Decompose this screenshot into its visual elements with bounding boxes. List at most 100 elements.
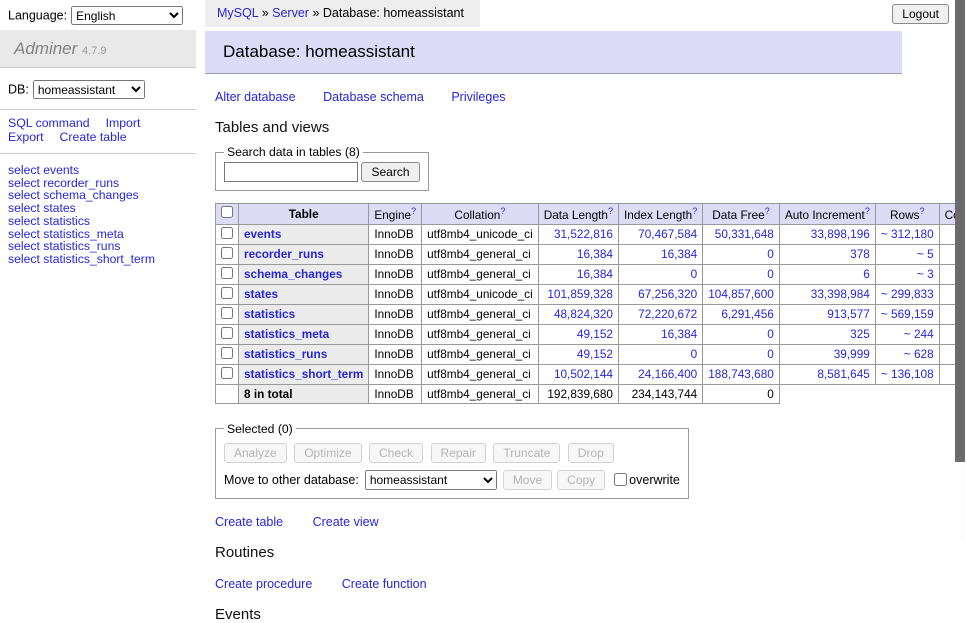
optimize-button[interactable]: Optimize: [294, 443, 361, 463]
index-length-link[interactable]: 72,220,672: [638, 307, 697, 321]
breadcrumb-server-link[interactable]: Server: [272, 6, 309, 20]
logout-button[interactable]: Logout: [892, 4, 949, 24]
totals-engine: InnoDB: [369, 384, 422, 403]
data-length-link[interactable]: 48,824,320: [554, 307, 613, 321]
table-link[interactable]: schema_changes: [244, 267, 342, 281]
create-view-link[interactable]: Create view: [313, 515, 379, 529]
rows-link[interactable]: ~ 312,180: [881, 227, 934, 241]
data-length-link[interactable]: 16,384: [577, 247, 613, 261]
rows-link[interactable]: ~ 569,159: [881, 307, 934, 321]
table-link[interactable]: statistics_meta: [244, 327, 329, 341]
data-free-link[interactable]: 104,857,600: [708, 287, 774, 301]
data-length-link[interactable]: 31,522,816: [554, 227, 613, 241]
check-button[interactable]: Check: [369, 443, 423, 463]
database-schema-link[interactable]: Database schema: [323, 90, 424, 104]
search-button[interactable]: Search: [361, 162, 419, 182]
data-free-link[interactable]: 50,331,648: [715, 227, 774, 241]
auto-increment-link[interactable]: 6: [863, 267, 870, 281]
data-free-link[interactable]: 0: [767, 267, 774, 281]
column-help-link[interactable]: ?: [500, 206, 505, 216]
column-help-link[interactable]: ?: [765, 206, 770, 216]
breadcrumb-mysql-link[interactable]: MySQL: [217, 6, 258, 20]
select-all-checkbox[interactable]: [221, 206, 233, 218]
data-length-link[interactable]: 49,152: [577, 347, 613, 361]
rows-cell: ~ 312,180: [875, 224, 939, 244]
auto-increment-link[interactable]: 378: [850, 247, 870, 261]
index-length-link[interactable]: 16,384: [661, 327, 697, 341]
rows-link[interactable]: ~ 244: [904, 327, 934, 341]
scrollbar-thumb[interactable]: [955, 0, 965, 462]
table-link[interactable]: statistics: [244, 307, 295, 321]
rows-link[interactable]: ~ 3: [917, 267, 934, 281]
index-length-link[interactable]: 0: [691, 267, 698, 281]
analyze-button[interactable]: Analyze: [224, 443, 287, 463]
column-help-link[interactable]: ?: [411, 206, 416, 216]
row-checkbox[interactable]: [221, 247, 233, 259]
index-length-link[interactable]: 0: [691, 347, 698, 361]
data-length-link[interactable]: 10,502,144: [554, 367, 613, 381]
rows-link[interactable]: ~ 299,833: [881, 287, 934, 301]
row-checkbox[interactable]: [221, 367, 233, 379]
data-length-cell: 10,502,144: [538, 364, 618, 384]
repair-button[interactable]: Repair: [431, 443, 486, 463]
alter-database-link[interactable]: Alter database: [215, 90, 296, 104]
table-link[interactable]: recorder_runs: [244, 247, 324, 261]
column-help-link[interactable]: ?: [865, 206, 870, 216]
auto-increment-link[interactable]: 33,898,196: [811, 227, 870, 241]
rows-link[interactable]: ~ 628: [904, 347, 934, 361]
move-button[interactable]: Move: [503, 470, 552, 490]
export-link[interactable]: Export: [8, 130, 44, 144]
language-select[interactable]: English: [71, 6, 183, 25]
row-checkbox[interactable]: [221, 287, 233, 299]
import-link[interactable]: Import: [106, 116, 141, 130]
row-checkbox[interactable]: [221, 347, 233, 359]
row-checkbox[interactable]: [221, 227, 233, 239]
create-procedure-link[interactable]: Create procedure: [215, 577, 312, 591]
row-checkbox[interactable]: [221, 267, 233, 279]
search-input[interactable]: [224, 162, 358, 182]
table-link[interactable]: events: [244, 227, 281, 241]
rows-link[interactable]: ~ 5: [917, 247, 934, 261]
sql-command-link[interactable]: SQL command: [8, 116, 90, 130]
overwrite-checkbox[interactable]: [614, 473, 627, 486]
table-link[interactable]: statistics_short_term: [244, 367, 363, 381]
data-free-link[interactable]: 0: [767, 327, 774, 341]
auto-increment-link[interactable]: 913,577: [827, 307, 870, 321]
index-length-link[interactable]: 24,166,400: [638, 367, 697, 381]
data-length-cell: 16,384: [538, 244, 618, 264]
data-free-link[interactable]: 188,743,680: [708, 367, 774, 381]
data-length-link[interactable]: 16,384: [577, 267, 613, 281]
auto-increment-link[interactable]: 33,398,984: [811, 287, 870, 301]
index-length-link[interactable]: 67,256,320: [638, 287, 697, 301]
create-table-link-bottom[interactable]: Create table: [215, 515, 283, 529]
truncate-button[interactable]: Truncate: [493, 443, 560, 463]
index-length-link[interactable]: 70,467,584: [638, 227, 697, 241]
row-checkbox[interactable]: [221, 327, 233, 339]
db-select[interactable]: homeassistant: [33, 80, 145, 99]
drop-button[interactable]: Drop: [568, 443, 614, 463]
auto-increment-link[interactable]: 325: [850, 327, 870, 341]
move-database-select[interactable]: homeassistant: [365, 470, 497, 490]
privileges-link[interactable]: Privileges: [451, 90, 505, 104]
row-checkbox[interactable]: [221, 307, 233, 319]
data-length-link[interactable]: 101,859,328: [547, 287, 613, 301]
column-help-link[interactable]: ?: [608, 206, 613, 216]
copy-button[interactable]: Copy: [557, 470, 605, 490]
auto-increment-link[interactable]: 39,999: [834, 347, 870, 361]
data-free-link[interactable]: 0: [767, 247, 774, 261]
data-free-link[interactable]: 0: [767, 347, 774, 361]
db-row: DB:homeassistant: [0, 68, 196, 109]
sidebar-select-link[interactable]: select statistics_short_term: [8, 252, 155, 266]
collation-cell: utf8mb4_unicode_ci: [422, 284, 539, 304]
data-length-link[interactable]: 49,152: [577, 327, 613, 341]
table-link[interactable]: states: [244, 287, 278, 301]
table-link[interactable]: statistics_runs: [244, 347, 327, 361]
create-table-link[interactable]: Create table: [60, 130, 127, 144]
index-length-link[interactable]: 16,384: [661, 247, 697, 261]
data-free-link[interactable]: 6,291,456: [721, 307, 773, 321]
column-help-link[interactable]: ?: [692, 206, 697, 216]
rows-link[interactable]: ~ 136,108: [881, 367, 934, 381]
create-function-link[interactable]: Create function: [342, 577, 427, 591]
auto-increment-link[interactable]: 8,581,645: [817, 367, 869, 381]
column-help-link[interactable]: ?: [919, 206, 924, 216]
